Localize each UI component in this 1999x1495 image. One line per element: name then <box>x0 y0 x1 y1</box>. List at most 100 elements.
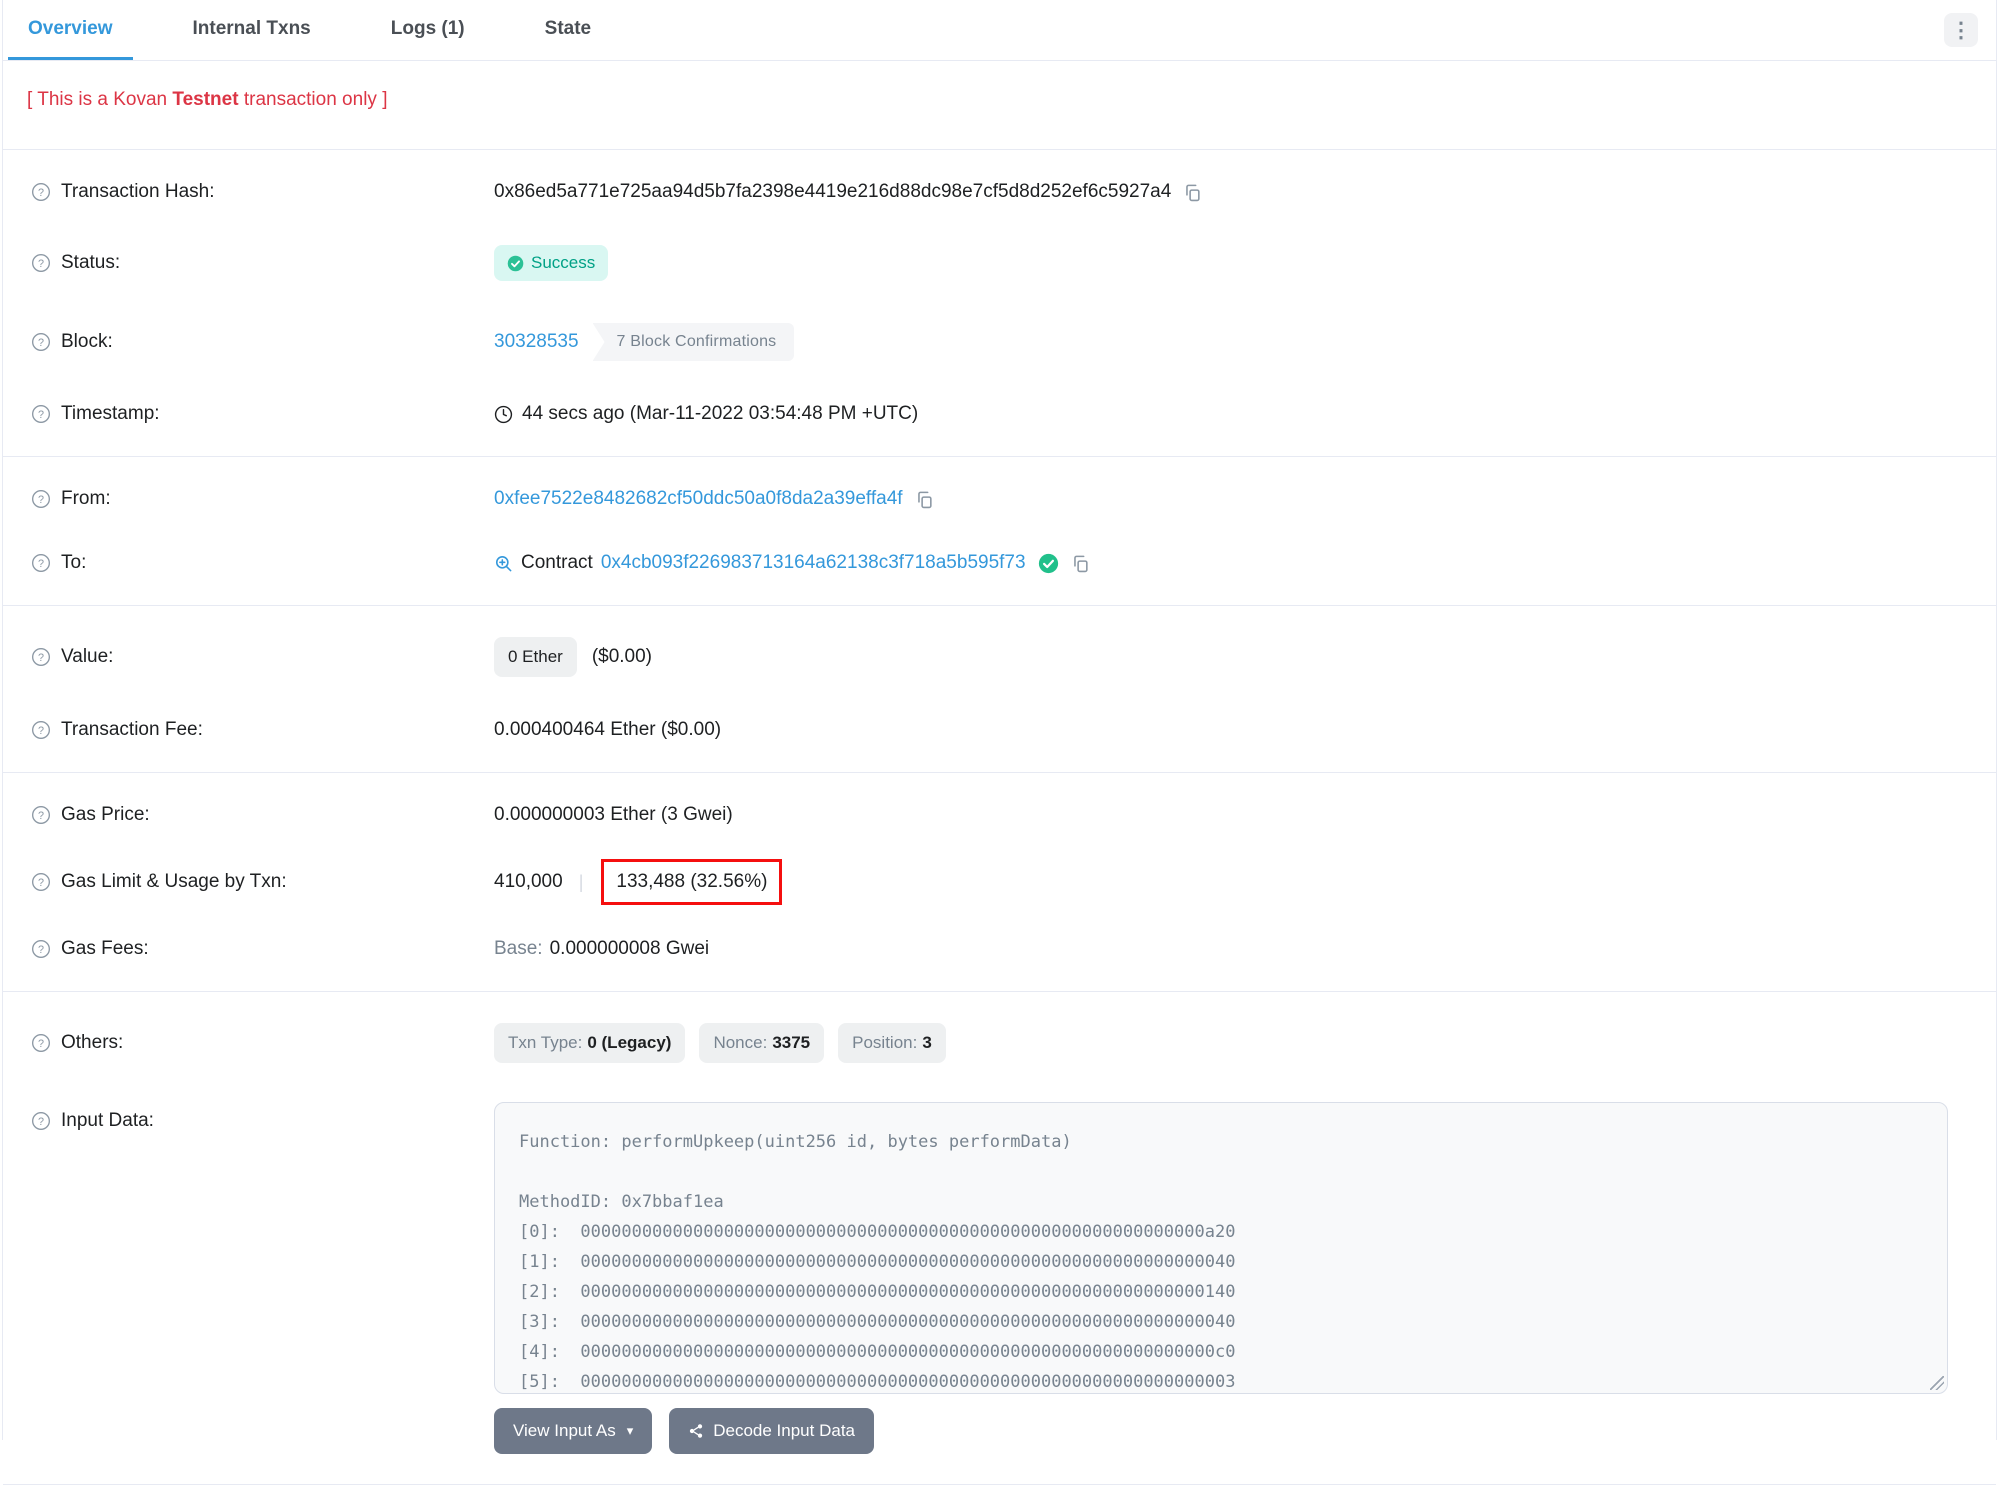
help-icon[interactable]: ? <box>31 182 51 202</box>
svg-text:?: ? <box>38 337 44 349</box>
tab-state[interactable]: State <box>525 0 611 60</box>
verified-check-circle-icon <box>1038 553 1059 574</box>
copy-icon[interactable] <box>1071 554 1090 573</box>
nonce-badge-value: 3375 <box>772 1033 811 1052</box>
section-value: ? Value: 0 Ether ($0.00) ? Transaction F… <box>3 605 1996 772</box>
svg-text:?: ? <box>38 258 44 270</box>
row-others: ? Others: Txn Type: 0 (Legacy) Nonce: 33… <box>3 1002 1996 1084</box>
copy-icon[interactable] <box>915 490 934 509</box>
view-input-as-button[interactable]: View Input As ▾ <box>494 1408 653 1454</box>
block-number-link[interactable]: 30328535 <box>494 331 579 353</box>
svg-text:?: ? <box>38 652 44 664</box>
help-icon[interactable]: ? <box>31 404 51 424</box>
clock-icon <box>494 405 513 424</box>
svg-text:?: ? <box>38 944 44 956</box>
row-gas-limit-usage: ? Gas Limit & Usage by Txn: 410,000 | 13… <box>3 847 1996 917</box>
status-badge-text: Success <box>531 253 596 272</box>
timestamp-value: 44 secs ago (Mar-11-2022 03:54:48 PM +UT… <box>522 403 919 424</box>
tab-bar: Overview Internal Txns Logs (1) State ⋮ <box>3 0 1996 61</box>
position-badge: Position: 3 <box>838 1023 946 1063</box>
transaction-hash-value: 0x86ed5a771e725aa94d5b7fa2398e4419e216d8… <box>494 181 1172 202</box>
tab-logs[interactable]: Logs (1) <box>371 0 485 60</box>
bottom-divider <box>3 1484 1996 1485</box>
section-gas: ? Gas Price: 0.000000003 Ether (3 Gwei) … <box>3 772 1996 991</box>
chevron-down-icon: ▾ <box>626 1423 634 1438</box>
gas-fees-base-value: 0.000000008 Gwei <box>549 938 710 959</box>
magnifier-plus-icon[interactable] <box>494 554 513 573</box>
testnet-notice-suffix: transaction only ] <box>238 89 388 110</box>
gas-limit-value: 410,000 <box>494 871 563 892</box>
row-gas-price: ? Gas Price: 0.000000003 Ether (3 Gwei) <box>3 783 1996 847</box>
help-icon[interactable]: ? <box>31 1111 51 1131</box>
row-from: ? From: 0xfee7522e8482682cf50ddc50a0f8da… <box>3 467 1996 531</box>
resize-handle[interactable] <box>1930 1376 1944 1390</box>
row-transaction-fee: ? Transaction Fee: 0.000400464 Ether ($0… <box>3 698 1996 762</box>
row-block: ? Block: 30328535 7 Block Confirmations <box>3 302 1996 382</box>
tab-internal-txns[interactable]: Internal Txns <box>173 0 331 60</box>
txn-type-badge-label: Txn Type: <box>508 1033 583 1052</box>
help-icon[interactable]: ? <box>31 489 51 509</box>
row-transaction-hash: ? Transaction Hash: 0x86ed5a771e725aa94d… <box>3 160 1996 224</box>
row-input-data: ? Input Data: Function: performUpkeep(ui… <box>3 1084 1996 1394</box>
value-label: Value: <box>61 646 114 667</box>
to-address-link[interactable]: 0x4cb093f226983713164a62138c3f718a5b595f… <box>601 552 1026 574</box>
view-input-as-label: View Input As <box>513 1421 616 1440</box>
help-icon[interactable]: ? <box>31 805 51 825</box>
value-usd: ($0.00) <box>591 646 653 667</box>
testnet-notice-bold: Testnet <box>172 89 239 110</box>
svg-text:?: ? <box>38 877 44 889</box>
svg-text:?: ? <box>38 558 44 570</box>
block-label: Block: <box>61 331 113 352</box>
help-icon[interactable]: ? <box>31 1033 51 1053</box>
section-others-input: ? Others: Txn Type: 0 (Legacy) Nonce: 33… <box>3 991 1996 1495</box>
position-badge-label: Position: <box>852 1033 918 1052</box>
row-to: ? To: Contract 0x4cb093f226983713164a621… <box>3 531 1996 595</box>
row-gas-fees: ? Gas Fees: Base: 0.000000008 Gwei <box>3 917 1996 981</box>
row-value: ? Value: 0 Ether ($0.00) <box>3 616 1996 698</box>
testnet-notice: [ This is a Kovan Testnet transaction on… <box>3 61 1996 111</box>
annotation-highlight-box: 133,488 (32.56%) <box>601 859 783 905</box>
position-badge-value: 3 <box>922 1033 932 1052</box>
gas-separator: | <box>578 871 584 892</box>
help-icon[interactable]: ? <box>31 872 51 892</box>
nonce-badge-label: Nonce: <box>713 1033 768 1052</box>
svg-text:?: ? <box>38 494 44 506</box>
testnet-notice-prefix: [ This is a Kovan <box>27 89 173 110</box>
help-icon[interactable]: ? <box>31 332 51 352</box>
txn-type-badge: Txn Type: 0 (Legacy) <box>494 1023 686 1063</box>
copy-icon[interactable] <box>1183 183 1202 202</box>
from-label: From: <box>61 488 111 509</box>
input-data-textarea[interactable]: Function: performUpkeep(uint256 id, byte… <box>494 1102 1948 1394</box>
help-icon[interactable]: ? <box>31 939 51 959</box>
others-label: Others: <box>61 1032 124 1053</box>
gas-fees-label: Gas Fees: <box>61 938 149 959</box>
input-data-content: Function: performUpkeep(uint256 id, byte… <box>519 1132 1236 1392</box>
help-icon[interactable]: ? <box>31 720 51 740</box>
decode-input-data-label: Decode Input Data <box>713 1421 855 1440</box>
svg-text:?: ? <box>38 1116 44 1128</box>
svg-text:?: ? <box>38 810 44 822</box>
help-icon[interactable]: ? <box>31 553 51 573</box>
from-address-link[interactable]: 0xfee7522e8482682cf50ddc50a0f8da2a39effa… <box>494 488 903 510</box>
nonce-badge: Nonce: 3375 <box>699 1023 825 1063</box>
status-label: Status: <box>61 252 121 273</box>
help-icon[interactable]: ? <box>31 647 51 667</box>
kebab-menu-icon[interactable]: ⋮ <box>1944 13 1978 47</box>
gas-fees-base-label: Base: <box>494 938 543 959</box>
to-contract-text: Contract <box>521 552 593 573</box>
value-amount-badge: 0 Ether <box>494 637 577 677</box>
decode-icon <box>688 1423 704 1439</box>
transaction-fee-label: Transaction Fee: <box>61 719 203 740</box>
input-actions: View Input As ▾ Decode Input Data <box>494 1408 1996 1454</box>
row-timestamp: ? Timestamp: 44 secs ago (Mar-11-2022 03… <box>3 382 1996 446</box>
help-icon[interactable]: ? <box>31 253 51 273</box>
status-badge: Success <box>494 245 609 281</box>
input-data-label: Input Data: <box>61 1110 154 1131</box>
gas-price-value: 0.000000003 Ether (3 Gwei) <box>494 804 733 825</box>
tab-overview[interactable]: Overview <box>8 0 133 60</box>
decode-input-data-button[interactable]: Decode Input Data <box>669 1408 874 1454</box>
transaction-overview-card: Overview Internal Txns Logs (1) State ⋮ … <box>2 0 1997 1485</box>
svg-text:?: ? <box>38 187 44 199</box>
section-addresses: ? From: 0xfee7522e8482682cf50ddc50a0f8da… <box>3 456 1996 605</box>
svg-text:?: ? <box>38 1038 44 1050</box>
